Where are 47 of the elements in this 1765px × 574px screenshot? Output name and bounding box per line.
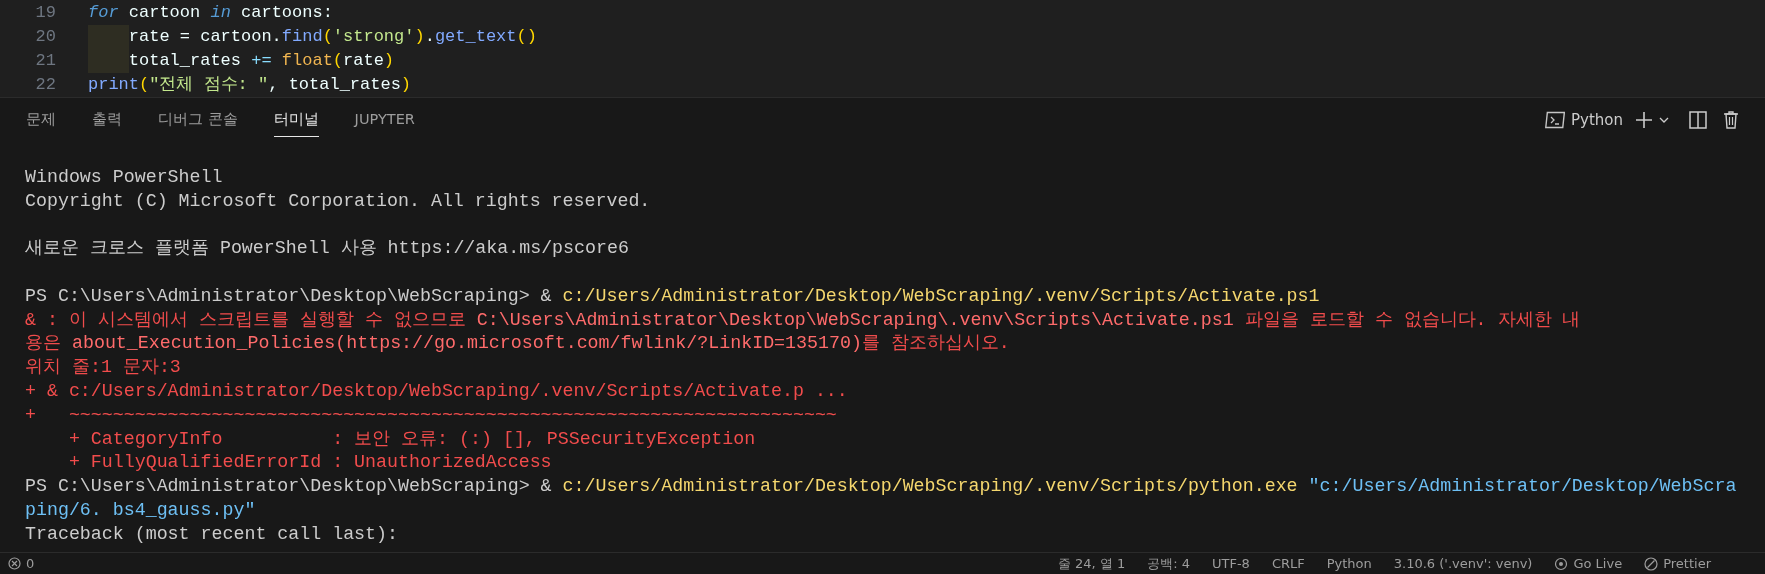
- terminal-line: 위치 줄:1 문자:3: [25, 357, 181, 378]
- line-number: 21: [34, 50, 57, 72]
- terminal-line: 새로운 크로스 플랫폼 PowerShell 사용 https://aka.ms/pscore6: [25, 238, 629, 259]
- line-number: 19: [34, 2, 57, 24]
- error-icon: [8, 557, 21, 570]
- chevron-down-icon: [1659, 115, 1669, 125]
- terminal-line: + ~~~~~~~~~~~~~~~~~~~~~~~~~~~~~~~~~~~~~~~~~~~~~~~~~~~~~~~~~~~~~~~~~~~~~~: [25, 404, 837, 425]
- status-item[interactable]: UTF-8: [1211, 553, 1250, 574]
- terminal-line: PS C:\Users\Administrator\Desktop\WebScraping> & c:/Users/Administrator/Desktop/WebScraping/.venv/Scripts/Activate.ps1: [25, 285, 1320, 306]
- code-line: print("전체 점수: ", total_rates): [88, 74, 412, 96]
- status-item[interactable]: CRLF: [1271, 553, 1305, 574]
- terminal-line: 용은 about_Execution_Policies(https://go.microsoft.com/fwlink/?LinkID=135170)를 참조하십시오.: [25, 333, 1010, 354]
- panel-tab[interactable]: 디버그 콘솔: [158, 102, 238, 138]
- plus-icon: [1635, 111, 1653, 129]
- code-line: for cartoon in cartoons:: [88, 2, 333, 24]
- terminal-icon: [1545, 111, 1565, 129]
- terminal-line: PS C:\Users\Administrator\Desktop\WebScraping> & c:/Users/Administrator/Desktop/WebScraping/.venv/Scripts/python.exe "c:/Users/Administrator/Desktop/WebScra: [25, 476, 1737, 497]
- terminal-line: + & c:/Users/Administrator/Desktop/WebScraping/.venv/Scripts/Activate.p ...: [25, 380, 848, 401]
- code-line: rate = cartoon.find('strong').get_text(): [88, 25, 537, 49]
- terminal-line: Copyright (C) Microsoft Corporation. All rights reserved.: [25, 190, 651, 211]
- new-terminal-button[interactable]: [1635, 111, 1669, 129]
- terminal-line: Windows PowerShell: [25, 166, 223, 187]
- status-item[interactable]: Prettier: [1644, 553, 1711, 574]
- line-number: 20: [34, 26, 57, 48]
- status-item[interactable]: Go Live: [1554, 553, 1623, 574]
- terminal-line: + FullyQualifiedErrorId : UnauthorizedAccess: [67, 452, 552, 473]
- terminal-line: Traceback (most recent call last):: [25, 523, 398, 544]
- terminal-profile-button[interactable]: Python: [1545, 108, 1623, 132]
- terminal-line: & : 이 시스템에서 스크립트를 실행할 수 없으므로 C:\Users\Administrator\Desktop\WebScraping\.venv\Scripts\Activate.ps1 파일을 로드할 수 없습니다. 자세한 내: [25, 309, 1581, 330]
- line-number: 22: [34, 74, 57, 96]
- terminal-line: ping/6. bs4_gauss.py": [25, 499, 256, 520]
- status-item[interactable]: Python: [1326, 553, 1372, 574]
- split-terminal-button[interactable]: [1689, 111, 1707, 129]
- panel-tab[interactable]: 출력: [92, 102, 122, 138]
- status-item[interactable]: 3.10.6 ('.venv': venv): [1393, 553, 1533, 574]
- trash-icon: [1723, 111, 1739, 129]
- status-item[interactable]: 줄 24, 열 1: [1057, 553, 1126, 574]
- status-item[interactable]: 0: [8, 553, 35, 574]
- split-icon: [1689, 111, 1707, 129]
- kill-terminal-button[interactable]: [1723, 111, 1739, 129]
- panel-tab[interactable]: 문제: [26, 102, 56, 138]
- status-item[interactable]: 공백: 4: [1147, 553, 1190, 574]
- code-line: total_rates += float(rate): [88, 49, 395, 73]
- terminal-line: + CategoryInfo : 보안 오류: (:) [], PSSecurityException: [67, 428, 756, 449]
- panel-tab[interactable]: JUPYTER: [354, 102, 415, 138]
- broadcast-icon: [1554, 556, 1569, 571]
- panel-tab[interactable]: 터미널: [273, 102, 319, 138]
